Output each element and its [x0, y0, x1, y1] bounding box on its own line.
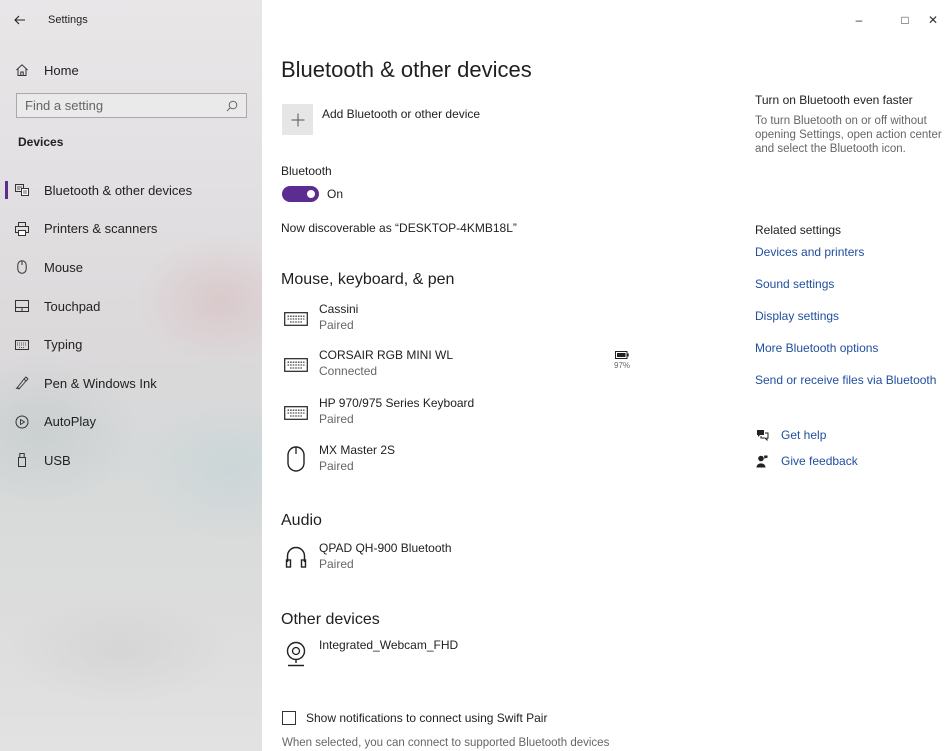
sidebar-item-pen[interactable]: Pen & Windows Ink [0, 364, 262, 403]
device-status: Connected [319, 364, 378, 378]
sidebar-item-touchpad[interactable]: Touchpad [0, 287, 262, 326]
search-icon [226, 100, 238, 112]
link-display-settings[interactable]: Display settings [755, 309, 839, 323]
bluetooth-devices-icon [0, 184, 44, 197]
link-send-receive[interactable]: Send or receive files via Bluetooth [755, 373, 936, 387]
battery-indicator: 97% [614, 351, 630, 370]
give-feedback-link[interactable]: Give feedback [755, 454, 858, 468]
device-name: CORSAIR RGB MINI WL [319, 348, 454, 362]
device-name: Integrated_Webcam_FHD [319, 638, 459, 652]
sidebar-item-label: Home [44, 62, 79, 78]
keyboard-icon [0, 339, 44, 350]
device-status: Paired [319, 318, 354, 332]
device-status: Paired [319, 412, 354, 426]
toggle-state: On [327, 187, 344, 201]
sidebar-item-label: Printers & scanners [44, 221, 158, 237]
device-name: MX Master 2S [319, 443, 396, 457]
keyboard-icon [282, 398, 310, 426]
page-title: Bluetooth & other devices [281, 57, 532, 82]
device-mx-master[interactable]: MX Master 2S Paired [282, 443, 395, 474]
battery-percent: 97% [614, 361, 631, 370]
sidebar-nav: Bluetooth & other devices Printers & sca… [0, 171, 262, 480]
back-button[interactable] [0, 0, 40, 40]
section-title: Devices [18, 135, 64, 149]
sidebar-item-label: Pen & Windows Ink [44, 375, 157, 391]
search-placeholder: Find a setting [25, 98, 104, 113]
search-input[interactable]: Find a setting [16, 93, 247, 118]
device-name: HP 970/975 Series Keyboard [319, 396, 475, 410]
sidebar: Settings Home Find a setting Devices Blu… [0, 0, 262, 751]
sidebar-item-usb[interactable]: USB [0, 441, 262, 480]
related-settings-heading: Related settings [755, 223, 842, 237]
pen-icon [0, 376, 44, 390]
back-arrow-icon [14, 15, 25, 25]
title-bar: Settings [0, 0, 262, 40]
device-qpad[interactable]: QPAD QH-900 Bluetooth Paired [282, 541, 452, 572]
autoplay-icon [0, 415, 44, 429]
get-help-label: Get help [781, 428, 827, 442]
keyboard-icon [282, 304, 310, 332]
group-title-audio: Audio [281, 512, 322, 529]
battery-icon [615, 351, 629, 359]
bluetooth-label: Bluetooth [281, 164, 332, 178]
sidebar-item-bluetooth[interactable]: Bluetooth & other devices [0, 171, 262, 210]
sidebar-item-autoplay[interactable]: AutoPlay [0, 403, 262, 442]
home-icon [0, 63, 44, 77]
faster-description: To turn Bluetooth on or off without open… [755, 115, 942, 155]
device-webcam[interactable]: Integrated_Webcam_FHD [282, 638, 458, 668]
bluetooth-toggle[interactable]: On [282, 186, 343, 202]
sidebar-item-printers[interactable]: Printers & scanners [0, 210, 262, 249]
mouse-icon [282, 445, 310, 473]
add-device-label: Add Bluetooth or other device [322, 107, 481, 121]
swift-pair-label: Show notifications to connect using Swif… [306, 711, 548, 725]
link-devices-printers[interactable]: Devices and printers [755, 245, 864, 259]
printer-icon [0, 221, 44, 236]
mouse-icon [0, 260, 44, 275]
add-device-button[interactable]: Add Bluetooth or other device [282, 104, 480, 135]
swift-pair-option[interactable]: Show notifications to connect using Swif… [282, 711, 547, 725]
sidebar-item-home[interactable]: Home [0, 54, 262, 86]
discoverable-text: Now discoverable as “DESKTOP-4KMB18L” [281, 221, 517, 235]
sidebar-item-label: AutoPlay [44, 414, 97, 430]
get-help-link[interactable]: Get help [755, 428, 826, 442]
device-status: Paired [319, 459, 354, 473]
group-title-input: Mouse, keyboard, & pen [281, 271, 455, 288]
give-feedback-label: Give feedback [781, 454, 858, 468]
plus-icon [282, 104, 313, 135]
headphones-icon [282, 543, 310, 571]
swift-pair-description: When selected, you can connect to suppor… [282, 737, 610, 749]
keyboard-icon [282, 350, 310, 378]
sidebar-item-label: Typing [44, 337, 83, 353]
window-title: Settings [48, 14, 88, 26]
usb-icon [0, 453, 44, 468]
device-name: Cassini [319, 302, 359, 316]
right-panel: Turn on Bluetooth even faster To turn Bl… [755, 0, 950, 751]
help-icon [755, 429, 769, 441]
sidebar-item-typing[interactable]: Typing [0, 325, 262, 364]
toggle-switch[interactable] [282, 186, 319, 202]
sidebar-item-label: Bluetooth & other devices [44, 182, 193, 198]
device-hp[interactable]: HP 970/975 Series Keyboard Paired [282, 396, 474, 427]
webcam-icon [282, 640, 310, 668]
sidebar-item-label: Touchpad [44, 298, 101, 314]
touchpad-icon [0, 300, 44, 313]
sidebar-item-mouse[interactable]: Mouse [0, 248, 262, 287]
device-cassini[interactable]: Cassini Paired [282, 302, 358, 333]
device-corsair[interactable]: CORSAIR RGB MINI WL Connected [282, 348, 453, 379]
sidebar-item-label: USB [44, 452, 71, 468]
sidebar-item-label: Mouse [44, 259, 84, 275]
device-name: QPAD QH-900 Bluetooth [319, 541, 452, 555]
feedback-icon [755, 455, 769, 468]
link-more-bluetooth[interactable]: More Bluetooth options [755, 341, 878, 355]
swift-pair-checkbox[interactable] [282, 711, 296, 725]
group-title-other: Other devices [281, 611, 380, 628]
device-status: Paired [319, 557, 354, 571]
link-sound-settings[interactable]: Sound settings [755, 277, 834, 291]
faster-heading: Turn on Bluetooth even faster [755, 93, 913, 107]
